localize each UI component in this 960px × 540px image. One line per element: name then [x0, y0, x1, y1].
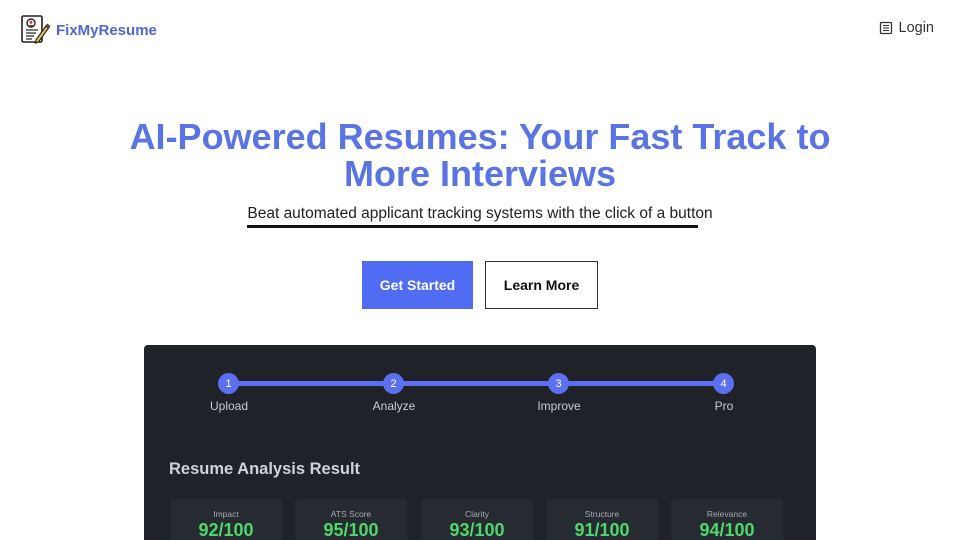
step-2-label: Analyze	[372, 399, 416, 413]
brand-name: FixMyResume	[56, 21, 157, 39]
login-button[interactable]: Login	[879, 20, 934, 36]
resume-edit-icon	[21, 15, 50, 44]
analysis-preview-panel: 1 Upload 2 Analyze 3 Improve 4 Pro Resum…	[144, 345, 816, 540]
score-card-impact: Impact 92/100	[170, 499, 282, 540]
hero-title: AI-Powered Resumes: Your Fast Track to M…	[0, 118, 960, 192]
score-card-clarity: Clarity 93/100	[421, 499, 533, 540]
analysis-result-title: Resume Analysis Result	[169, 460, 361, 478]
score-label: ATS Score	[330, 509, 372, 519]
score-value: 92/100	[198, 520, 254, 540]
hero-title-line-1: AI-Powered Resumes: Your Fast Track to	[129, 116, 831, 157]
get-started-button[interactable]: Get Started	[362, 261, 473, 309]
score-card-structure: Structure 91/100	[546, 499, 658, 540]
score-label: Clarity	[464, 509, 490, 519]
step-3-label: Improve	[537, 399, 581, 413]
step-1-dot: 1	[218, 373, 239, 394]
document-icon	[879, 21, 892, 35]
top-nav: FixMyResume Login	[0, 0, 960, 60]
score-card-ats: ATS Score 95/100	[295, 499, 407, 540]
score-value: 94/100	[699, 520, 755, 540]
score-card-relevance: Relevance 94/100	[671, 499, 783, 540]
subtitle-underline	[247, 225, 699, 228]
hero-title-line-2: More Interviews	[343, 153, 617, 194]
step-4-label: Pro	[714, 399, 734, 413]
score-value: 93/100	[449, 520, 505, 540]
brand-link[interactable]: FixMyResume	[20, 14, 157, 46]
hero-subtitle: Beat automated applicant tracking system…	[247, 205, 713, 228]
step-1-label: Upload	[209, 399, 249, 413]
step-4-dot: 4	[713, 373, 734, 394]
step-2-dot: 2	[383, 373, 404, 394]
score-label: Structure	[584, 509, 620, 519]
score-value: 95/100	[323, 520, 379, 540]
login-label: Login	[898, 20, 934, 36]
learn-more-button[interactable]: Learn More	[485, 261, 598, 309]
score-label: Relevance	[706, 509, 748, 519]
step-3-dot: 3	[548, 373, 569, 394]
score-value: 91/100	[574, 520, 630, 540]
landing-page: FixMyResume Login AI-Powered Resumes: Yo…	[0, 0, 960, 540]
score-label: Impact	[213, 509, 239, 519]
progress-track	[228, 381, 724, 386]
hero-subtitle-text: Beat automated applicant tracking system…	[247, 205, 713, 222]
hero-subtitle-wrap: Beat automated applicant tracking system…	[0, 205, 960, 228]
